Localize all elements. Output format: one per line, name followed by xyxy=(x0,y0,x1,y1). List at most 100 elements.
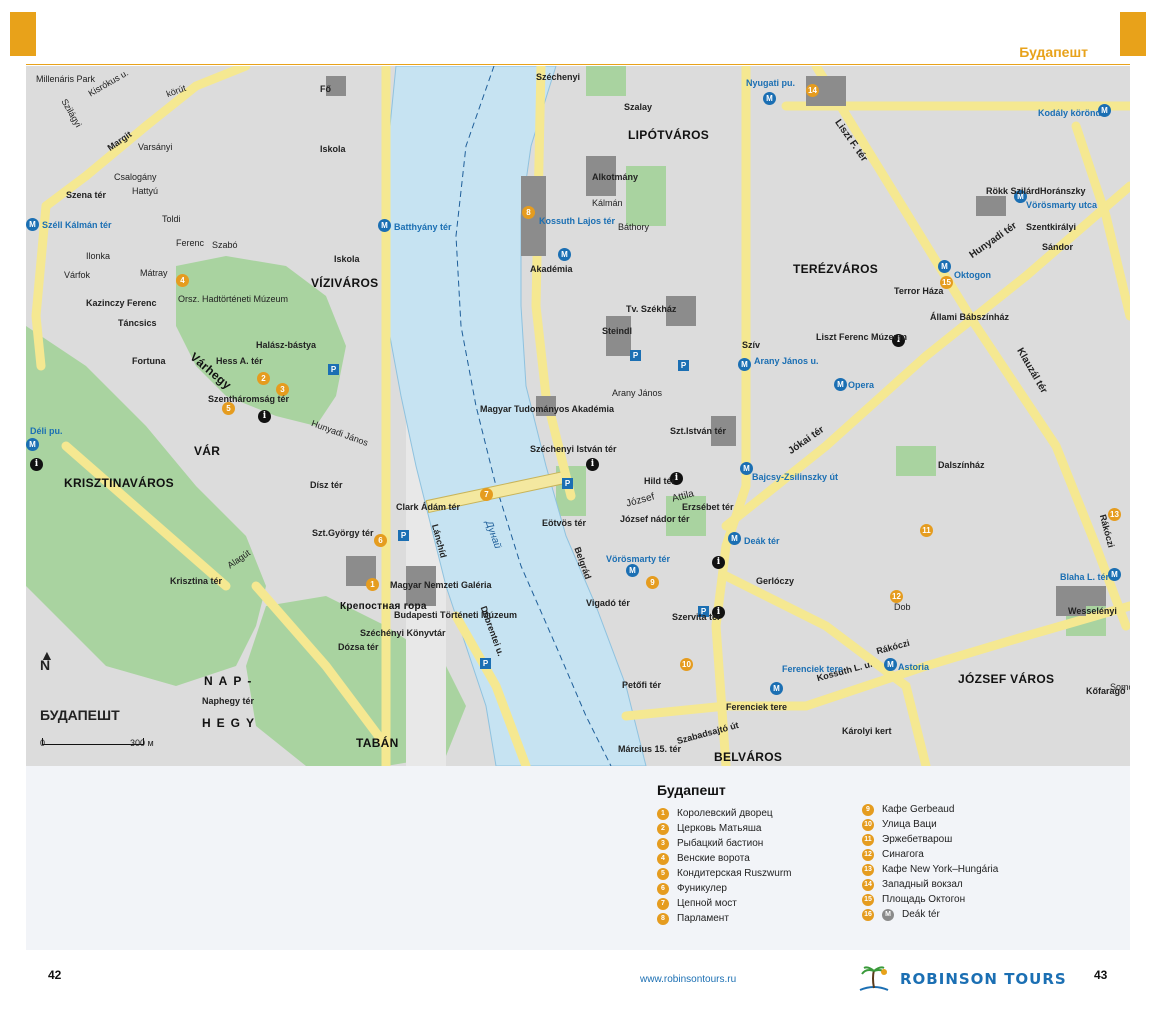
poi-label: Szalay xyxy=(624,102,653,112)
website-link[interactable]: www.robinsontours.ru xyxy=(640,974,736,985)
scale-bar xyxy=(42,738,144,745)
map-title: БУДАПЕШТ xyxy=(40,707,120,723)
metro-icon: M xyxy=(26,438,39,451)
legend-number: 2 xyxy=(657,822,669,835)
sight-marker[interactable]: 11 xyxy=(920,524,933,537)
info-icon: i xyxy=(586,458,599,471)
palm-tree-icon xyxy=(859,966,889,991)
poi-label: Magyar Tudományos Akadémia xyxy=(480,404,615,414)
metro-bajcsy[interactable]: Bajcsy-Zsilinszky út xyxy=(752,472,838,482)
parking-icon: P xyxy=(480,658,491,669)
sight-marker[interactable]: 2 xyxy=(257,372,270,385)
legend-number: 1 xyxy=(657,807,669,820)
district-terezvaros: TERÉZVÁROS xyxy=(793,262,879,276)
parking-icon: P xyxy=(630,350,641,361)
poi-label: Alkotmány xyxy=(592,172,639,182)
poi-label: Fortuna xyxy=(132,356,166,366)
info-icon: i xyxy=(258,410,271,423)
parking-icon: P xyxy=(678,360,689,371)
sight-marker[interactable]: 7 xyxy=(480,488,493,501)
poi-label: Ferenciek tere xyxy=(726,702,788,712)
district-lipotvaros: LIPÓTVÁROS xyxy=(628,128,710,142)
legend-item: 11 Эржебетварош xyxy=(862,832,998,847)
metro-icon: M xyxy=(763,92,776,105)
metro-icon: M xyxy=(728,532,741,545)
legend-label: Королевский дворец xyxy=(677,808,773,819)
sight-marker[interactable]: 6 xyxy=(374,534,387,547)
sight-marker[interactable]: 14 xyxy=(806,84,819,97)
metro-astoria[interactable]: Astoria xyxy=(898,662,929,672)
legend-number: 6 xyxy=(657,882,669,895)
legend-number: 14 xyxy=(862,878,874,891)
poi-label: Dísz tér xyxy=(310,480,343,490)
legend-label: Deák tér xyxy=(902,909,940,920)
poi-label: Petőfi tér xyxy=(622,680,662,690)
sight-marker[interactable]: 13 xyxy=(1108,508,1121,521)
metro-arany-janos[interactable]: Arany János u. xyxy=(754,356,819,366)
sight-marker[interactable]: 8 xyxy=(522,206,535,219)
left-page-tab xyxy=(10,12,36,56)
legend-column-left: 1 Королевский дворец 2 Церковь Матьяша 3 Ры… xyxy=(657,806,792,926)
poi-label: Wesselényi xyxy=(1068,606,1117,616)
metro-deli[interactable]: Déli pu. xyxy=(30,426,63,436)
legend-label: Церковь Матьяша xyxy=(677,823,762,834)
metro-vorosmarty-utca[interactable]: Vörösmarty utca xyxy=(1026,200,1097,210)
legend-label: Улица Ваци xyxy=(882,819,937,830)
map-base xyxy=(26,66,1130,766)
metro-kossuth[interactable]: Kossuth Lajos tér xyxy=(539,216,615,226)
poi-label: József nádor tér xyxy=(620,514,690,524)
city-map[interactable]: LIPÓTVÁROS TERÉZVÁROS VÍZIVÁROS VÁR KRIS… xyxy=(26,66,1130,766)
legend-label: Эржебетварош xyxy=(882,834,953,845)
street-label: Orsz. Hadtörténeti Múzeum xyxy=(178,294,289,304)
sight-marker[interactable]: 10 xyxy=(680,658,693,671)
district-hegy: HEGY xyxy=(202,716,261,730)
street-label: Arany János xyxy=(612,388,663,398)
legend-label: Западный вокзал xyxy=(882,879,963,890)
legend-number: 13 xyxy=(862,863,874,876)
metro-szell-kalman[interactable]: Széll Kálmán tér xyxy=(42,220,112,230)
legend-item: 8 Парламент xyxy=(657,911,792,926)
street-label: Báthory xyxy=(618,222,650,232)
metro-icon: M xyxy=(884,658,897,671)
legend-item: 4 Венские ворота xyxy=(657,851,792,866)
poi-label: Sándor xyxy=(1042,242,1074,252)
sight-marker[interactable]: 1 xyxy=(366,578,379,591)
brand-name: ROBINSON TOURS xyxy=(900,970,1067,988)
street-label: Ferenc xyxy=(176,238,205,248)
legend-label: Венские ворота xyxy=(677,853,750,864)
legend-item: 7 Цепной мост xyxy=(657,896,792,911)
legend-label: Парламент xyxy=(677,913,729,924)
street-label: Kálmán xyxy=(592,198,623,208)
sight-marker[interactable]: 9 xyxy=(646,576,659,589)
metro-vorosmarty-ter[interactable]: Vörösmarty tér xyxy=(606,554,670,564)
poi-label: Szt.István tér xyxy=(670,426,727,436)
metro-icon: M xyxy=(378,219,391,232)
metro-blaha[interactable]: Blaha L. tér xyxy=(1060,572,1109,582)
metro-oktogon[interactable]: Oktogon xyxy=(954,270,991,280)
metro-icon: M xyxy=(26,218,39,231)
district-nap: NAP- xyxy=(204,674,258,688)
legend-number: 3 xyxy=(657,837,669,850)
legend-label: Кафе New York–Hungária xyxy=(882,864,999,875)
metro-kodaly[interactable]: Kodály körönd xyxy=(1038,108,1101,118)
poi-label: Erzsébet tér xyxy=(682,502,734,512)
legend-item: 10 Улица Ваци xyxy=(862,817,998,832)
legend-number: 8 xyxy=(657,912,669,925)
poi-label: Szentháromság tér xyxy=(208,394,290,404)
metro-nyugati[interactable]: Nyugati pu. xyxy=(746,78,795,88)
metro-deak[interactable]: Deák tér xyxy=(744,536,780,546)
metro-opera[interactable]: Opera xyxy=(848,380,874,390)
metro-batthyany[interactable]: Batthyány tér xyxy=(394,222,452,232)
poi-label: Széchényi Könyvtár xyxy=(360,628,446,638)
metro-icon: M xyxy=(770,682,783,695)
poi-label: Vigadó tér xyxy=(586,598,630,608)
district-vizivaros: VÍZIVÁROS xyxy=(311,276,379,290)
district-belvaros: BELVÁROS xyxy=(714,750,783,764)
poi-label: Gerlóczy xyxy=(756,576,795,586)
street-label: Várfok xyxy=(64,270,91,280)
poi-label: Hess A. tér xyxy=(216,356,263,366)
poi-label: Terror Háza xyxy=(894,286,944,296)
sight-marker[interactable]: 4 xyxy=(176,274,189,287)
legend-item: 12 Синагога xyxy=(862,847,998,862)
street-label: Szena tér xyxy=(66,190,107,200)
